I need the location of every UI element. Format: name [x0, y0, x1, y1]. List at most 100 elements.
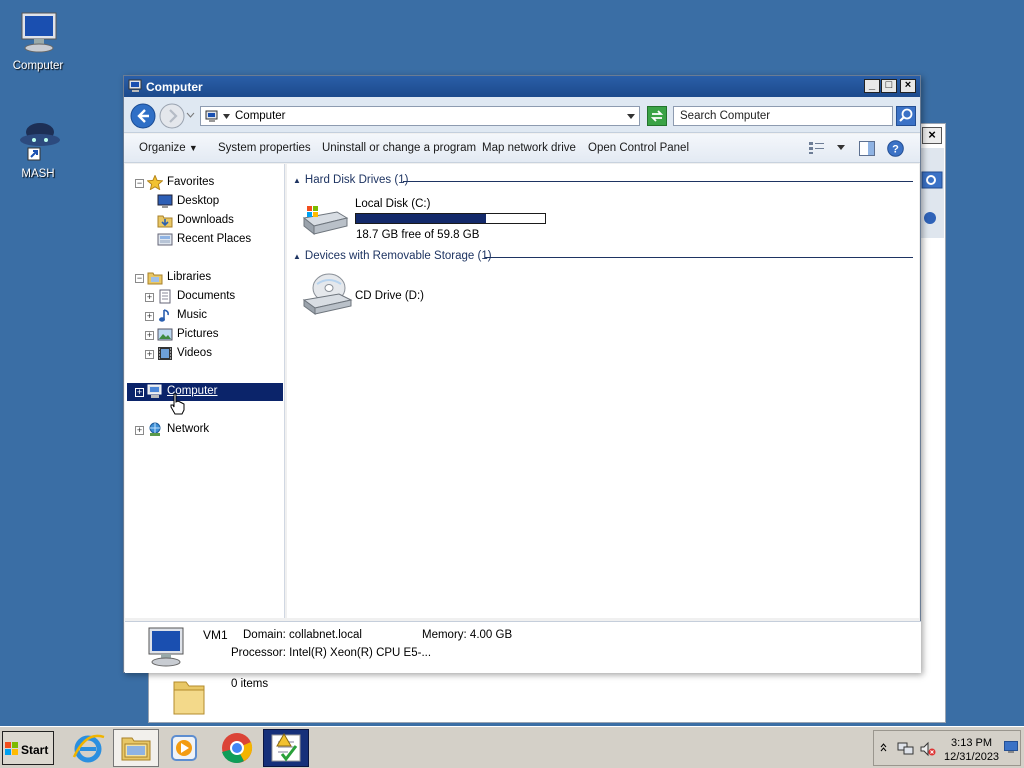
svg-text:?: ?	[892, 144, 899, 156]
hard-drive-icon	[301, 200, 349, 240]
nav-item-network[interactable]: + Network	[125, 421, 283, 439]
maximize-button[interactable]: □	[881, 79, 897, 93]
computer-icon	[128, 79, 143, 93]
address-dropdown-icon[interactable]	[627, 114, 635, 119]
taskbar-task-app[interactable]	[263, 729, 309, 767]
search-placeholder: Search Computer	[680, 110, 771, 122]
refresh-icon	[647, 106, 667, 126]
collapse-icon[interactable]: −	[135, 179, 144, 188]
preview-pane-button[interactable]	[859, 141, 875, 156]
windows-logo-icon	[5, 742, 19, 755]
item-count: 0 items	[231, 678, 269, 690]
organize-dropdown-icon: ▼	[188, 143, 198, 153]
system-tray: 3:13 PM 12/31/2023	[873, 730, 1021, 766]
expand-icon[interactable]: +	[145, 293, 154, 302]
uninstall-program-button[interactable]: Uninstall or change a program	[322, 142, 476, 154]
group-header-hard-disk-drives[interactable]: ▲ Hard Disk Drives (1)	[293, 174, 913, 188]
computer-icon	[14, 10, 62, 56]
collapse-icon[interactable]: −	[135, 274, 144, 283]
clock[interactable]: 3:13 PM 12/31/2023	[944, 736, 999, 764]
mouse-cursor-hand-icon	[169, 393, 187, 415]
desktop-icon-mash[interactable]: MASH	[0, 118, 76, 180]
expand-icon[interactable]: +	[135, 388, 144, 397]
drive-c-name: Local Disk (C:)	[355, 198, 431, 210]
forward-button[interactable]	[159, 103, 185, 129]
open-control-panel-button[interactable]: Open Control Panel	[588, 142, 689, 154]
map-network-drive-button[interactable]: Map network drive	[482, 142, 576, 154]
view-icon	[809, 142, 824, 154]
show-hidden-icons-chevron-icon[interactable]	[880, 742, 887, 752]
clock-date: 12/31/2023	[944, 751, 1000, 763]
expand-icon[interactable]: +	[145, 331, 154, 340]
nav-item-libraries[interactable]: − Libraries	[125, 269, 283, 287]
help-icon: ?	[887, 140, 904, 157]
expand-icon[interactable]: +	[145, 350, 154, 359]
start-label: Start	[21, 743, 49, 757]
drive-d[interactable]: CD Drive (D:)	[301, 272, 501, 318]
recent-places-icon	[157, 232, 173, 247]
forward-arrow-icon	[159, 103, 185, 129]
internet-explorer-icon	[72, 734, 105, 763]
help-button[interactable]: ?	[887, 140, 904, 157]
back-button[interactable]	[130, 103, 156, 129]
drive-c-free-space: 18.7 GB free of 59.8 GB	[356, 229, 480, 241]
desktop-icon-computer[interactable]: Computer	[0, 10, 76, 72]
organize-button[interactable]: Organize ▼	[139, 142, 198, 154]
expand-icon[interactable]: +	[145, 312, 154, 321]
background-window-close-button[interactable]: ×	[922, 127, 942, 144]
close-button[interactable]: ×	[900, 79, 916, 93]
taskbar-chrome[interactable]	[214, 729, 260, 767]
show-desktop-icon[interactable]	[1004, 741, 1018, 753]
change-view-button[interactable]	[808, 141, 826, 155]
background-window-statusbar: 0 items	[150, 672, 944, 722]
desktop-icon-label: MASH	[21, 168, 55, 180]
nav-item-music[interactable]: + Music	[125, 307, 283, 325]
computer-icon	[205, 110, 219, 123]
breadcrumb-chevron-icon[interactable]	[223, 114, 230, 119]
expand-icon[interactable]: +	[135, 426, 144, 435]
view-dropdown-icon[interactable]	[837, 145, 845, 150]
back-arrow-icon	[130, 103, 156, 129]
nav-item-videos[interactable]: + Videos	[125, 345, 283, 363]
drive-c[interactable]: Local Disk (C:) 18.7 GB free of 59.8 GB	[301, 196, 551, 242]
navigation-bar: Computer Search Computer	[124, 97, 920, 133]
address-bar[interactable]: Computer	[200, 106, 640, 126]
details-pane: VM1 Domain: collabnet.local Memory: 4.00…	[125, 621, 921, 673]
group-header-removable-storage[interactable]: ▲ Devices with Removable Storage (1)	[293, 250, 913, 264]
mash-icon	[14, 118, 62, 164]
nav-item-recent-places[interactable]: Recent Places	[125, 231, 283, 249]
taskbar-windows-explorer[interactable]	[113, 729, 159, 767]
address-path: Computer	[235, 110, 286, 122]
refresh-button[interactable]	[647, 106, 667, 126]
system-properties-button[interactable]: System properties	[218, 142, 311, 154]
task-warning-icon	[271, 733, 301, 762]
search-icon	[896, 106, 916, 126]
volume-muted-icon[interactable]	[919, 741, 937, 757]
computer-icon	[143, 626, 191, 668]
libraries-icon	[147, 270, 163, 285]
nav-item-computer[interactable]: + Computer	[127, 383, 283, 401]
desktop-icon	[157, 194, 173, 209]
start-button[interactable]: Start	[2, 731, 54, 765]
explorer-window[interactable]: Computer _ □ × Computer Search Computer …	[123, 75, 921, 673]
navigation-pane: − Favorites Desktop Downloads Recent Pla…	[125, 164, 285, 618]
search-button[interactable]	[896, 106, 916, 126]
title-bar[interactable]: Computer _ □ ×	[124, 76, 920, 97]
recent-pages-chevron-icon[interactable]	[186, 112, 195, 118]
nav-item-pictures[interactable]: + Pictures	[125, 326, 283, 344]
nav-item-documents[interactable]: + Documents	[125, 288, 283, 306]
windows-explorer-icon	[121, 737, 151, 761]
group-collapse-icon: ▲	[293, 176, 301, 185]
nav-item-downloads[interactable]: Downloads	[125, 212, 283, 230]
taskbar-media-player[interactable]	[161, 729, 207, 767]
network-status-icon[interactable]	[897, 741, 915, 757]
content-pane: ▲ Hard Disk Drives (1) Local Disk (C:) 18…	[287, 164, 919, 618]
computer-domain: Domain: collabnet.local	[243, 629, 362, 641]
nav-item-favorites[interactable]: − Favorites	[125, 174, 283, 192]
minimize-button[interactable]: _	[864, 79, 880, 93]
computer-icon	[147, 384, 163, 399]
nav-item-desktop[interactable]: Desktop	[125, 193, 283, 211]
taskbar-internet-explorer[interactable]	[66, 729, 112, 767]
chrome-icon	[222, 733, 253, 764]
search-input[interactable]: Search Computer	[673, 106, 893, 126]
